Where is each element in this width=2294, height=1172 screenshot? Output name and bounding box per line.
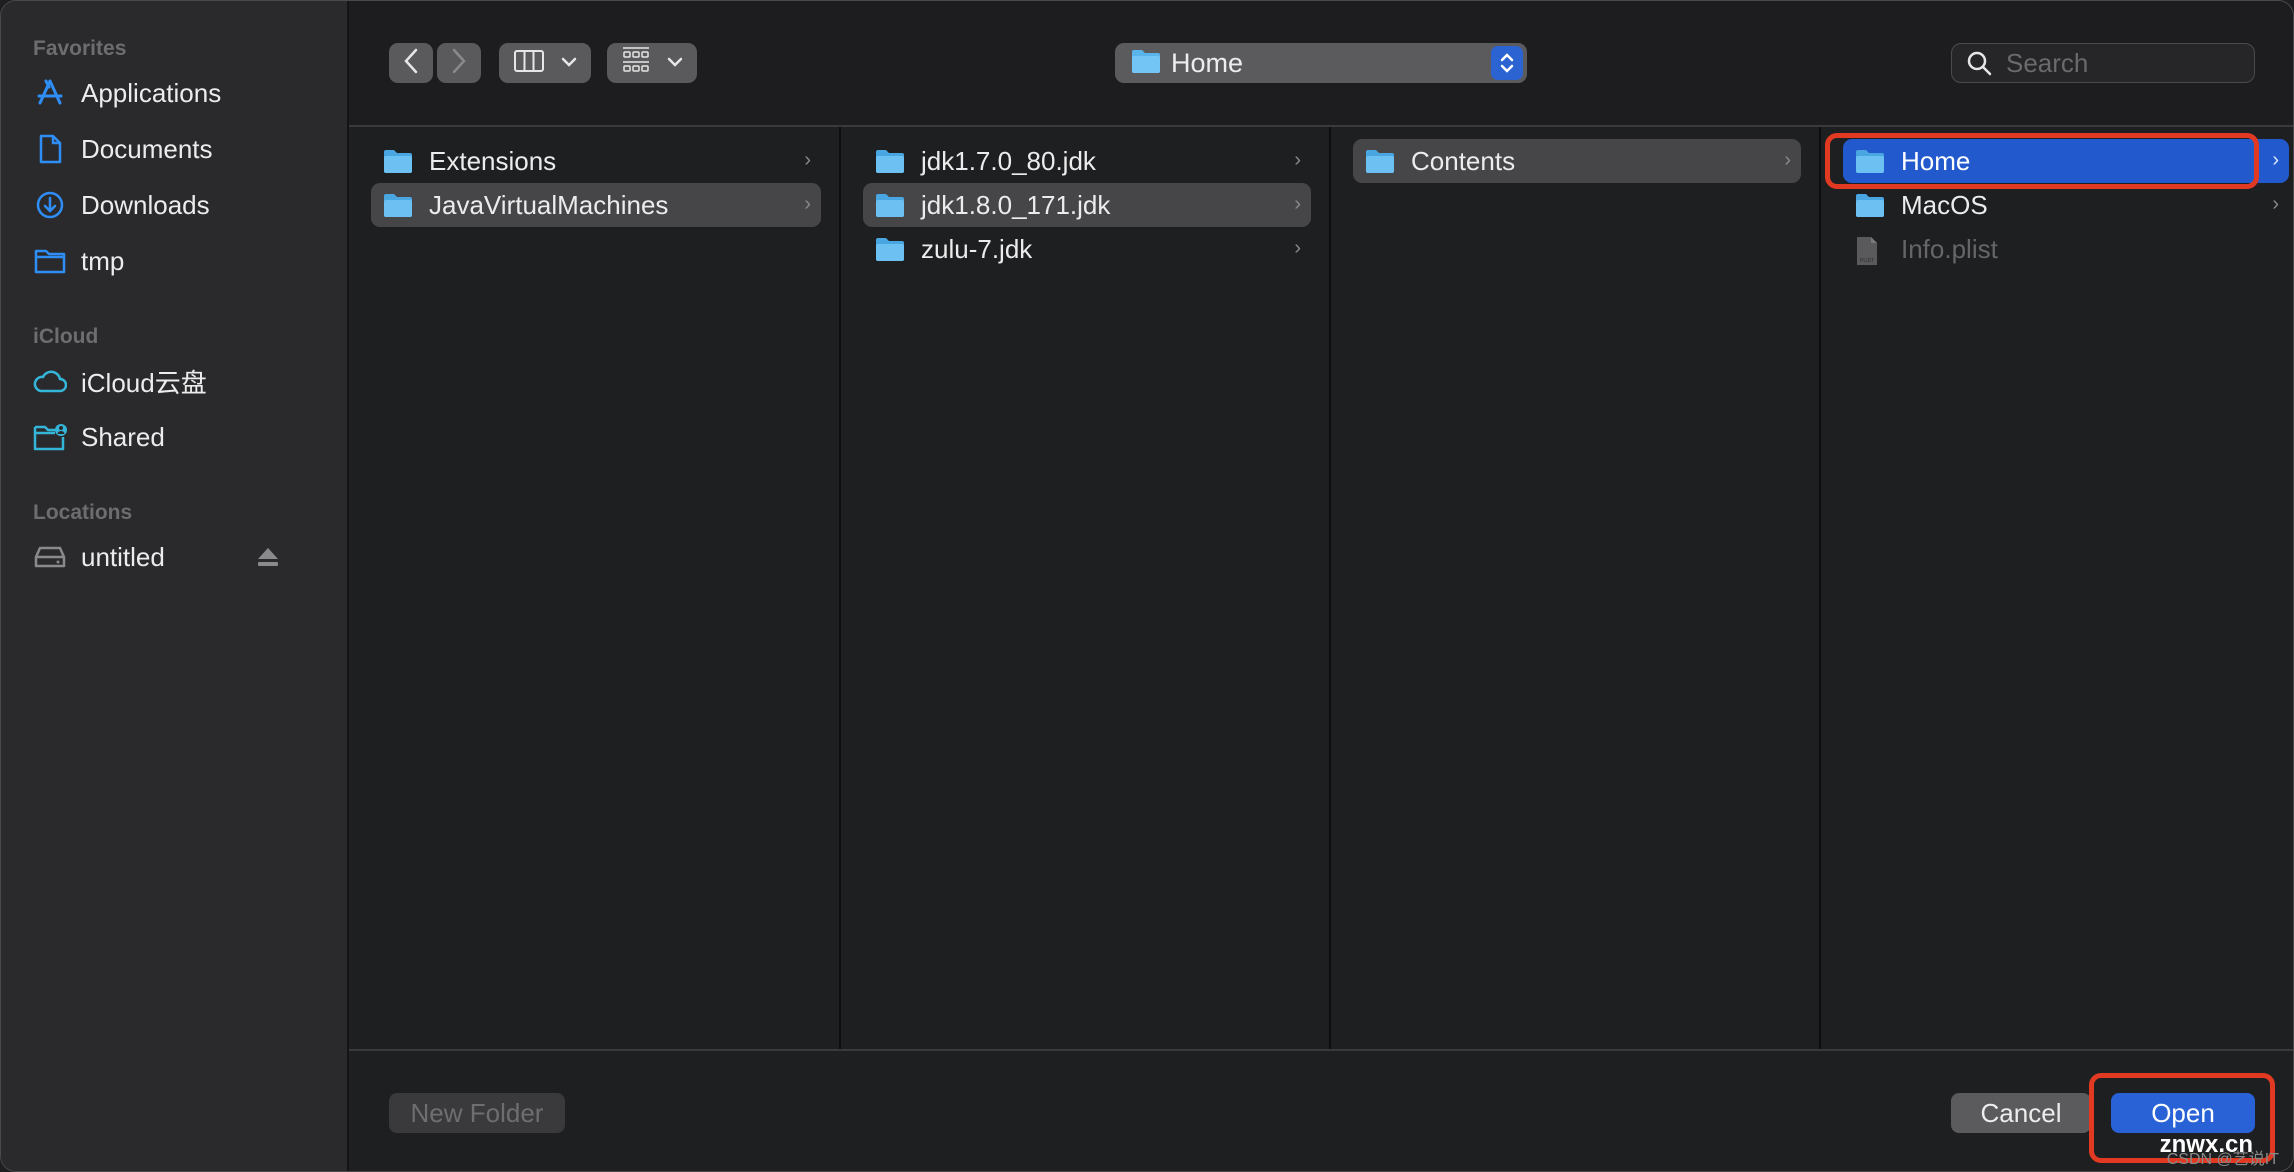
sidebar-item-label: Shared bbox=[81, 421, 165, 452]
shared-folder-icon bbox=[33, 420, 67, 454]
column-browser: Extensions › JavaVirtualMachines › jdk1.… bbox=[349, 127, 2293, 1049]
item-label: Info.plist bbox=[1901, 233, 1998, 264]
sidebar-item-label: Applications bbox=[81, 77, 222, 108]
bottom-bar: New Folder Cancel Open bbox=[349, 1049, 2293, 1171]
list-item[interactable]: Extensions › bbox=[371, 139, 821, 183]
chevron-right-icon: › bbox=[1294, 237, 1301, 259]
eject-icon[interactable] bbox=[257, 547, 279, 567]
sidebar-item-applications[interactable]: Applications bbox=[33, 71, 313, 115]
sidebar-section-locations: Locations bbox=[33, 501, 133, 524]
sidebar-item-untitled[interactable]: untitled bbox=[33, 535, 323, 579]
folder-icon bbox=[383, 192, 413, 218]
grid-icon bbox=[621, 46, 651, 81]
chevron-right-icon: › bbox=[1294, 193, 1301, 215]
back-button[interactable] bbox=[389, 43, 433, 83]
chevron-right-icon: › bbox=[804, 193, 811, 215]
item-label: MacOS bbox=[1901, 189, 1988, 220]
folder-icon bbox=[33, 244, 67, 278]
open-file-dialog: Favorites Applications Documents Downloa… bbox=[0, 0, 2294, 1172]
sidebar-item-downloads[interactable]: Downloads bbox=[33, 183, 313, 227]
chevron-right-icon: › bbox=[2272, 193, 2279, 215]
sidebar-item-tmp[interactable]: tmp bbox=[33, 239, 313, 283]
chevron-right-icon: › bbox=[2272, 149, 2279, 171]
chevron-left-icon bbox=[403, 48, 419, 79]
item-label: Contents bbox=[1411, 145, 1516, 176]
chevron-right-icon: › bbox=[804, 149, 811, 171]
column-3: Contents › bbox=[1331, 127, 1821, 1049]
toolbar: Home bbox=[349, 1, 2293, 127]
up-down-stepper-icon bbox=[1491, 46, 1523, 80]
applications-icon bbox=[33, 76, 67, 110]
item-label: Home bbox=[1901, 145, 1971, 176]
open-button[interactable]: Open bbox=[2111, 1093, 2255, 1133]
document-icon bbox=[33, 132, 67, 166]
list-item[interactable]: JavaVirtualMachines › bbox=[371, 183, 821, 227]
column-2: jdk1.7.0_80.jdk › jdk1.8.0_171.jdk › zul… bbox=[841, 127, 1331, 1049]
cloud-icon bbox=[33, 364, 67, 398]
item-label: JavaVirtualMachines bbox=[429, 189, 669, 220]
chevron-right-icon: › bbox=[1294, 149, 1301, 171]
folder-icon bbox=[1131, 48, 1161, 79]
sidebar-section-icloud: iCloud bbox=[33, 325, 99, 348]
folder-icon bbox=[875, 148, 905, 174]
search-field[interactable] bbox=[1951, 43, 2255, 83]
folder-icon bbox=[875, 236, 905, 262]
folder-icon bbox=[1855, 148, 1885, 174]
sidebar-item-label: Downloads bbox=[81, 189, 210, 220]
forward-button[interactable] bbox=[437, 43, 481, 83]
sidebar-item-label: iCloud云盘 bbox=[81, 367, 207, 398]
chevron-right-icon bbox=[451, 48, 467, 79]
search-input[interactable] bbox=[2004, 46, 2238, 80]
sidebar-item-label: Documents bbox=[81, 133, 213, 164]
sidebar: Favorites Applications Documents Downloa… bbox=[1, 1, 349, 1171]
new-folder-button[interactable]: New Folder bbox=[389, 1093, 565, 1133]
sidebar-item-label: tmp bbox=[81, 245, 125, 276]
item-label: jdk1.7.0_80.jdk bbox=[921, 145, 1096, 176]
list-item[interactable]: zulu-7.jdk › bbox=[863, 227, 1311, 271]
path-label: Home bbox=[1171, 47, 1244, 78]
folder-icon bbox=[383, 148, 413, 174]
item-label: jdk1.8.0_171.jdk bbox=[921, 189, 1111, 220]
group-mode-button[interactable] bbox=[607, 43, 697, 83]
list-item[interactable]: Home › bbox=[1843, 139, 2289, 183]
view-mode-button[interactable] bbox=[499, 43, 591, 83]
list-item: PLIST Info.plist bbox=[1843, 227, 2289, 271]
svg-text:PLIST: PLIST bbox=[1860, 258, 1874, 264]
sidebar-section-favorites: Favorites bbox=[33, 37, 127, 60]
search-icon bbox=[1966, 50, 1992, 76]
watermark-sub: CSDN @艺说IT bbox=[2166, 1151, 2279, 1168]
list-item[interactable]: MacOS › bbox=[1843, 183, 2289, 227]
drive-icon bbox=[33, 540, 67, 574]
item-label: Extensions bbox=[429, 145, 557, 176]
folder-icon bbox=[1855, 192, 1885, 218]
list-item[interactable]: jdk1.7.0_80.jdk › bbox=[863, 139, 1311, 183]
column-4: Home › MacOS › PLIST Info.plist bbox=[1821, 127, 2293, 1049]
list-item[interactable]: Contents › bbox=[1353, 139, 1801, 183]
folder-icon bbox=[875, 192, 905, 218]
list-item[interactable]: jdk1.8.0_171.jdk › bbox=[863, 183, 1311, 227]
sidebar-item-icloud-drive[interactable]: iCloud云盘 bbox=[33, 359, 313, 403]
column-view-icon bbox=[513, 49, 545, 78]
path-popup-button[interactable]: Home bbox=[1115, 43, 1527, 83]
chevron-down-icon bbox=[561, 54, 577, 72]
sidebar-item-label: untitled bbox=[81, 541, 165, 572]
item-label: zulu-7.jdk bbox=[921, 233, 1033, 264]
sidebar-item-documents[interactable]: Documents bbox=[33, 127, 313, 171]
chevron-right-icon: › bbox=[1784, 149, 1791, 171]
column-1: Extensions › JavaVirtualMachines › bbox=[349, 127, 841, 1049]
plist-file-icon: PLIST bbox=[1855, 236, 1885, 265]
sidebar-item-shared[interactable]: Shared bbox=[33, 415, 313, 459]
download-icon bbox=[33, 188, 67, 222]
chevron-down-icon bbox=[667, 54, 683, 72]
cancel-button[interactable]: Cancel bbox=[1951, 1093, 2091, 1133]
folder-icon bbox=[1365, 148, 1395, 174]
